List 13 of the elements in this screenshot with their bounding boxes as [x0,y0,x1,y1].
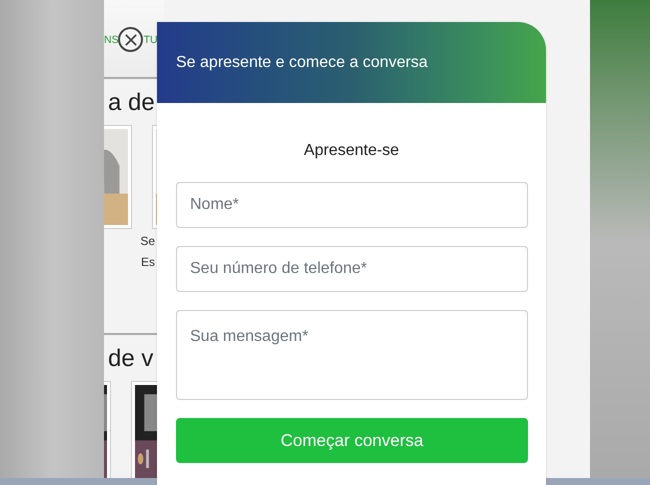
form-heading: Apresente-se [304,141,400,161]
section-heading: de v [108,345,154,373]
chat-title: Se apresente e comece a conversa [176,52,428,72]
text-field[interactable]: Nome* [176,182,528,228]
thumbnail-caption: Se [140,232,155,250]
thumbnail-caption: Es [140,254,155,271]
section-heading: a de [108,88,156,117]
nav-link[interactable]: NS [104,34,119,46]
close-icon [124,34,136,46]
text-field[interactable]: Seu número de telefone* [176,246,528,292]
message-field[interactable]: Sua mensagem* [176,310,528,400]
nav-link[interactable]: TU [144,34,158,46]
start-chat-button[interactable]: Começar conversa [176,418,528,463]
